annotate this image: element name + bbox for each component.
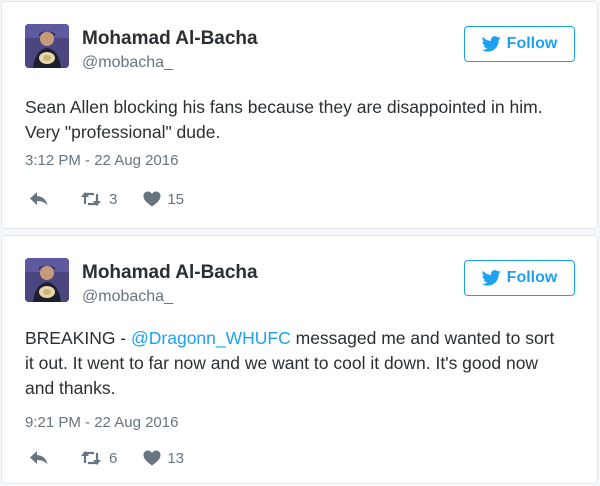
author-handle[interactable]: @mobacha_ (82, 288, 173, 306)
tweet-timestamp[interactable]: 9:21 PM - 22 Aug 2016 (25, 414, 178, 431)
reply-icon (29, 191, 49, 207)
reply-icon (29, 450, 49, 466)
tweet-actions: 3 15 (29, 189, 184, 209)
author-handle[interactable]: @mobacha_ (82, 54, 173, 72)
tweet-text-start: BREAKING - (25, 328, 131, 348)
tweet-actions: 6 13 (29, 448, 184, 468)
author-name[interactable]: Mohamad Al-Bacha (82, 28, 258, 50)
twitter-bird-icon (481, 270, 501, 286)
follow-button[interactable]: Follow (464, 260, 575, 296)
retweet-icon (79, 450, 103, 466)
tweet-card: Mohamad Al-Bacha @mobacha_ Follow BREAKI… (1, 235, 598, 484)
reply-button[interactable] (29, 191, 49, 207)
reply-button[interactable] (29, 450, 49, 466)
tweet-timestamp[interactable]: 3:12 PM - 22 Aug 2016 (25, 152, 178, 169)
avatar[interactable] (25, 24, 69, 68)
like-button[interactable]: 15 (143, 191, 184, 208)
follow-label: Follow (506, 269, 558, 286)
retweet-button[interactable]: 3 (79, 191, 117, 208)
avatar[interactable] (25, 258, 69, 302)
like-count: 13 (167, 449, 185, 467)
mention-link[interactable]: @Dragonn_WHUFC (131, 328, 291, 348)
follow-label: Follow (506, 35, 558, 52)
like-count: 15 (167, 190, 185, 208)
heart-icon (143, 191, 161, 207)
tweet-feed: Mohamad Al-Bacha @mobacha_ Follow Sean A… (0, 0, 600, 486)
twitter-bird-icon (481, 36, 501, 52)
retweet-count: 3 (109, 190, 118, 208)
author-name[interactable]: Mohamad Al-Bacha (82, 262, 258, 284)
retweet-count: 6 (109, 449, 118, 467)
tweet-text: Sean Allen blocking his fans because the… (25, 97, 543, 142)
follow-button[interactable]: Follow (464, 26, 575, 62)
tweet-card: Mohamad Al-Bacha @mobacha_ Follow Sean A… (1, 1, 598, 229)
like-button[interactable]: 13 (143, 450, 184, 467)
tweet-text: BREAKING - @Dragonn_WHUFC messaged me an… (25, 326, 565, 401)
retweet-icon (79, 191, 103, 207)
heart-icon (143, 450, 161, 466)
retweet-button[interactable]: 6 (79, 450, 117, 467)
